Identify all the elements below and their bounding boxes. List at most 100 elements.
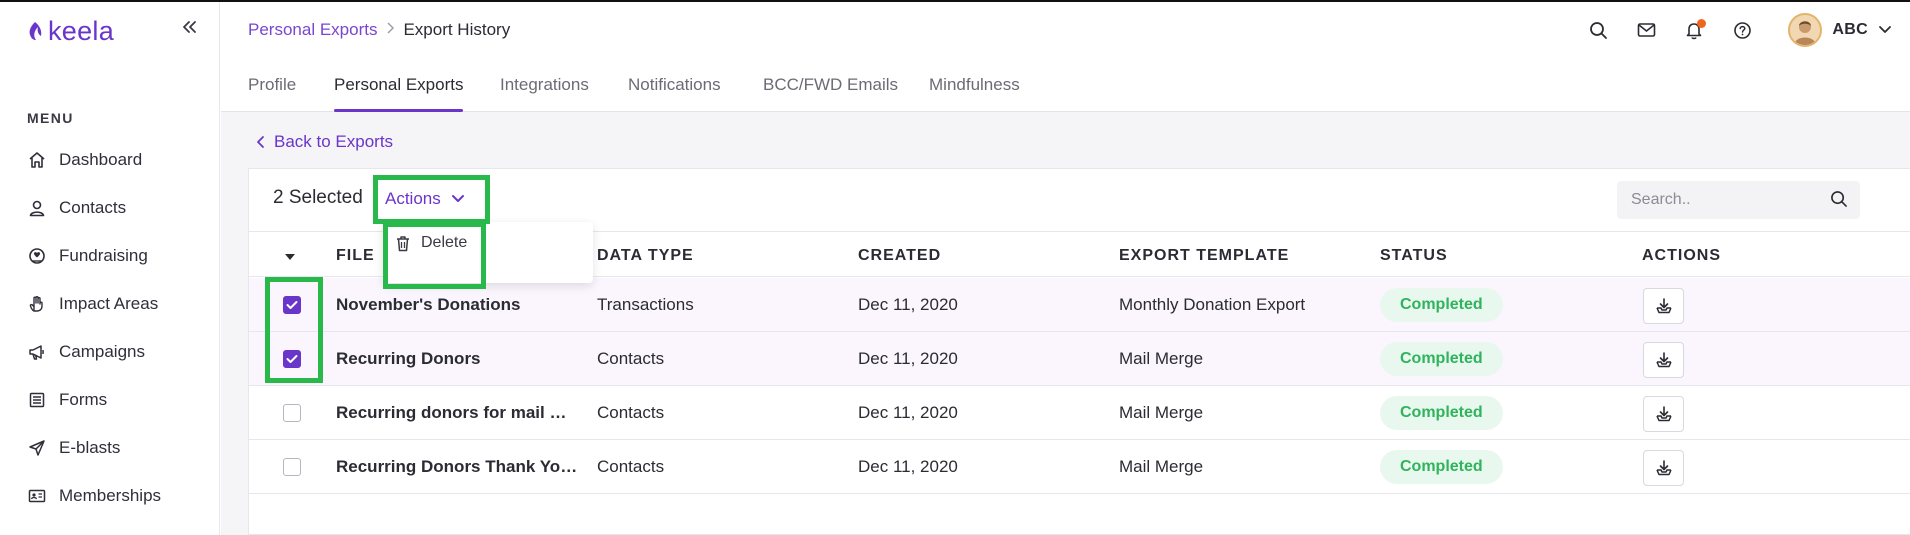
row-checkbox[interactable] [283, 458, 301, 476]
column-header-data-type[interactable]: DATA TYPE [597, 247, 694, 265]
download-icon [1655, 460, 1672, 476]
tab-mindfulness[interactable]: Mindfulness [929, 58, 1020, 112]
download-button[interactable] [1643, 288, 1684, 324]
top-header: Personal Exports Export History ABC [221, 2, 1910, 58]
breadcrumb: Personal Exports Export History [248, 20, 510, 40]
column-header-actions: ACTIONS [1642, 247, 1721, 264]
sidebar-item-impact-areas[interactable]: Impact Areas [0, 280, 219, 328]
sidebar-item-contacts[interactable]: Contacts [0, 184, 219, 232]
download-button[interactable] [1643, 342, 1684, 378]
double-chevron-left-icon [183, 21, 196, 33]
collapse-sidebar-button[interactable] [178, 16, 200, 38]
sidebar-item-e-blasts[interactable]: E-blasts [0, 424, 219, 472]
column-header-file[interactable]: FILE [336, 247, 375, 265]
search-button[interactable] [1574, 2, 1622, 58]
status-badge: Completed [1380, 450, 1503, 484]
tab-integrations[interactable]: Integrations [500, 58, 589, 112]
chevron-down-icon [1879, 26, 1891, 33]
sidebar-item-forms[interactable]: Forms [0, 376, 219, 424]
main-content: Back to Exports 2 Selected Actions FILE … [221, 112, 1910, 535]
data-type: Contacts [597, 403, 665, 422]
actions-dropdown-button[interactable]: Actions [371, 181, 479, 217]
chevron-down-icon [451, 195, 464, 202]
sidebar-item-label: Impact Areas [59, 294, 159, 313]
actions-label: Actions [385, 189, 441, 208]
tab-personal-exports[interactable]: Personal Exports [334, 58, 464, 112]
sidebar-item-label: Fundraising [59, 246, 148, 265]
hand-icon [27, 294, 47, 314]
download-button[interactable] [1643, 396, 1684, 432]
file-name[interactable]: November's Donations [336, 278, 581, 332]
sidebar-item-memberships[interactable]: Memberships [0, 472, 219, 520]
created-date: Dec 11, 2020 [858, 349, 958, 368]
megaphone-icon [27, 342, 47, 362]
export-template: Monthly Donation Export [1119, 295, 1306, 314]
select-all-caret-icon[interactable] [284, 249, 296, 267]
download-icon [1655, 406, 1672, 422]
row-checkbox[interactable] [283, 404, 301, 422]
sidebar-item-label: Campaigns [59, 342, 145, 361]
mail-icon [1637, 23, 1656, 37]
mail-button[interactable] [1622, 2, 1670, 58]
file-name[interactable]: Recurring donors for mail merge [336, 386, 581, 440]
file-name[interactable]: Recurring Donors Thank You Letter [336, 440, 581, 494]
file-name[interactable]: Recurring Donors [336, 332, 581, 386]
delete-label: Delete [421, 234, 468, 251]
menu-title: MENU [27, 110, 74, 126]
search-icon [1590, 21, 1607, 39]
sidebar-item-label: E-blasts [59, 438, 121, 457]
avatar-person-icon [1794, 21, 1817, 45]
download-button[interactable] [1643, 450, 1684, 486]
chevron-left-icon [257, 136, 264, 148]
table-row[interactable]: Recurring Donors Contacts Dec 11, 2020 M… [249, 332, 1910, 386]
row-checkbox[interactable] [283, 350, 301, 368]
column-header-created[interactable]: CREATED [858, 247, 941, 265]
back-to-exports-link[interactable]: Back to Exports [256, 132, 393, 152]
selected-count: 2 Selected [273, 187, 363, 208]
sidebar: keela MENU Dashboard Contacts Fundraisin… [0, 2, 220, 535]
export-template: Mail Merge [1119, 457, 1204, 476]
table-row[interactable]: November's Donations Transactions Dec 11… [249, 278, 1910, 332]
file-name-text: November's Donations [336, 295, 521, 314]
table-row[interactable]: Recurring Donors Thank You Letter Contac… [249, 440, 1910, 494]
created-date: Dec 11, 2020 [858, 457, 958, 476]
id-card-icon [27, 486, 47, 506]
status-cell: Completed [1380, 278, 1503, 332]
export-template: Mail Merge [1119, 349, 1204, 368]
export-template: Mail Merge [1119, 403, 1204, 422]
logo[interactable]: keela [26, 16, 114, 47]
created-date: Dec 11, 2020 [858, 403, 958, 422]
download-icon [1655, 352, 1672, 368]
tab-bcc-fwd-emails[interactable]: BCC/FWD Emails [763, 58, 898, 112]
status-badge: Completed [1380, 396, 1503, 430]
search-box [1617, 181, 1860, 219]
tab-notifications[interactable]: Notifications [628, 58, 721, 112]
sidebar-item-dashboard[interactable]: Dashboard [0, 136, 219, 184]
tab-profile[interactable]: Profile [248, 58, 296, 112]
search-input[interactable] [1617, 191, 1817, 209]
keela-logo-icon [29, 21, 42, 40]
breadcrumb-parent-link[interactable]: Personal Exports [248, 20, 377, 40]
status-cell: Completed [1380, 386, 1503, 440]
status-cell: Completed [1380, 440, 1503, 494]
home-icon [27, 150, 47, 170]
sidebar-item-campaigns[interactable]: Campaigns [0, 328, 219, 376]
column-header-status[interactable]: STATUS [1380, 247, 1448, 265]
column-header-export-template[interactable]: EXPORT TEMPLATE [1119, 247, 1289, 265]
table-row[interactable]: Recurring donors for mail merge Contacts… [249, 386, 1910, 440]
row-checkbox[interactable] [283, 296, 301, 314]
send-icon [27, 438, 47, 458]
help-button[interactable] [1718, 2, 1766, 58]
data-type: Contacts [597, 349, 665, 368]
user-menu[interactable]: ABC [1766, 2, 1910, 58]
created-date: Dec 11, 2020 [858, 295, 958, 314]
sidebar-item-label: Memberships [59, 486, 162, 505]
back-to-exports-label: Back to Exports [274, 132, 394, 151]
header-actions: ABC [1574, 2, 1910, 58]
search-icon[interactable] [1830, 190, 1848, 213]
sidebar-item-fundraising[interactable]: Fundraising [0, 232, 219, 280]
data-type: Transactions [597, 295, 694, 314]
delete-menu-item[interactable]: Delete [395, 234, 467, 252]
notifications-button[interactable] [1670, 2, 1718, 58]
form-icon [27, 390, 47, 410]
